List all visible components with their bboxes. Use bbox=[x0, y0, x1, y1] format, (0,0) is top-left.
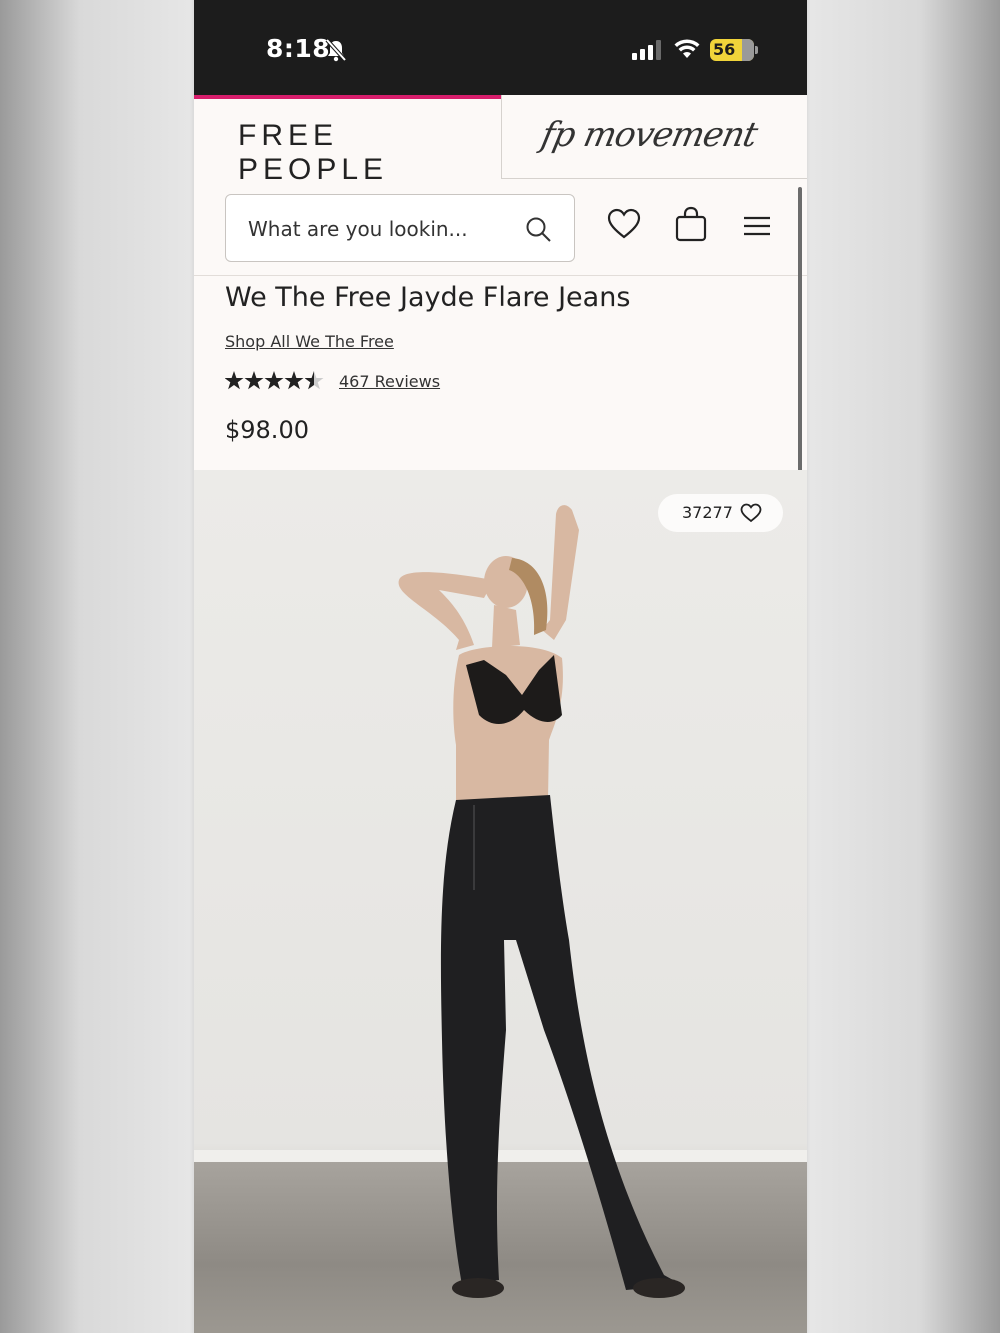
brand-tabs: FREE PEOPLE fp movement bbox=[194, 95, 807, 186]
likes-count: 37277 bbox=[682, 503, 733, 522]
search-icon[interactable] bbox=[524, 215, 552, 243]
tab-free-people[interactable]: FREE PEOPLE bbox=[194, 95, 501, 186]
fp-movement-logo: fp movement bbox=[537, 115, 761, 155]
signal-icon bbox=[632, 40, 661, 60]
search-box[interactable] bbox=[225, 194, 575, 263]
star-icon bbox=[264, 371, 284, 390]
shopping-bag-icon[interactable] bbox=[674, 206, 708, 242]
battery-tip bbox=[755, 46, 758, 54]
header-row bbox=[194, 179, 807, 276]
wishlist-heart-icon[interactable] bbox=[607, 208, 641, 240]
menu-icon[interactable] bbox=[742, 214, 772, 238]
product-price: $98.00 bbox=[225, 416, 309, 444]
star-icon bbox=[244, 371, 264, 390]
product-title: We The Free Jayde Flare Jeans bbox=[225, 282, 631, 313]
wifi-icon bbox=[674, 39, 700, 58]
reviews-link[interactable]: 467 Reviews bbox=[339, 372, 440, 391]
star-icon bbox=[284, 371, 304, 390]
heart-icon[interactable] bbox=[740, 503, 762, 523]
status-time: 8:18 bbox=[266, 34, 331, 63]
shop-all-brand-link[interactable]: Shop All We The Free bbox=[225, 332, 394, 351]
search-input[interactable] bbox=[248, 195, 518, 263]
product-image[interactable]: 37277 bbox=[194, 470, 807, 1333]
star-icon bbox=[225, 371, 244, 390]
rating-stars bbox=[225, 371, 324, 390]
battery-level: 56 bbox=[713, 40, 736, 59]
bell-off-icon bbox=[325, 38, 347, 62]
phone-screen: 8:18 56 FREE PEOPLE fp movement What are… bbox=[194, 0, 807, 1333]
model-figure bbox=[398, 505, 685, 1298]
status-bar: 8:18 56 bbox=[194, 0, 807, 95]
scrollbar[interactable] bbox=[798, 187, 802, 515]
battery-indicator: 56 bbox=[710, 39, 754, 61]
free-people-logo: FREE PEOPLE bbox=[238, 119, 389, 186]
tab-fp-movement[interactable]: fp movement bbox=[501, 95, 807, 179]
likes-pill[interactable]: 37277 bbox=[658, 494, 783, 532]
